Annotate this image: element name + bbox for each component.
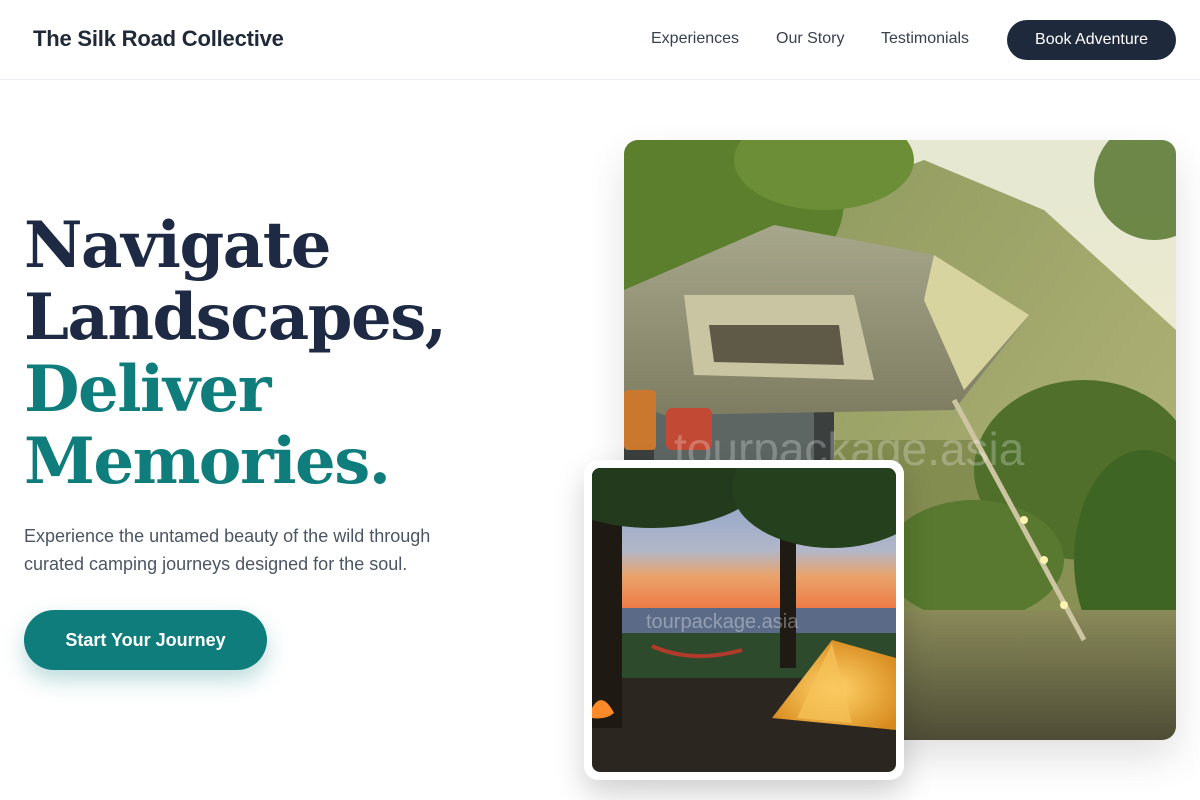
- sunset-campsite-photo: tourpackage.asia: [592, 468, 896, 772]
- hero-subtext: Experience the untamed beauty of the wil…: [24, 526, 431, 574]
- nav-testimonials[interactable]: Testimonials: [881, 30, 969, 48]
- book-adventure-button[interactable]: Book Adventure: [1007, 20, 1176, 60]
- small-watermark: tourpackage.asia: [646, 611, 799, 633]
- headline-line-3: Deliver: [24, 352, 271, 427]
- headline-line-1: Navigate: [24, 208, 331, 283]
- brand-logo[interactable]: The Silk Road Collective: [33, 26, 284, 52]
- start-journey-button[interactable]: Start Your Journey: [24, 610, 267, 670]
- nav-our-story[interactable]: Our Story: [776, 30, 844, 48]
- headline-line-4: Memories.: [24, 424, 391, 499]
- nav-experiences[interactable]: Experiences: [651, 30, 739, 48]
- hero-secondary-image-card: tourpackage.asia: [584, 460, 904, 780]
- site-header: The Silk Road Collective Experiences Our…: [0, 0, 1200, 80]
- hero-headline: Navigate Landscapes, Deliver Memories.: [24, 210, 584, 498]
- headline-line-2: Landscapes,: [24, 280, 447, 355]
